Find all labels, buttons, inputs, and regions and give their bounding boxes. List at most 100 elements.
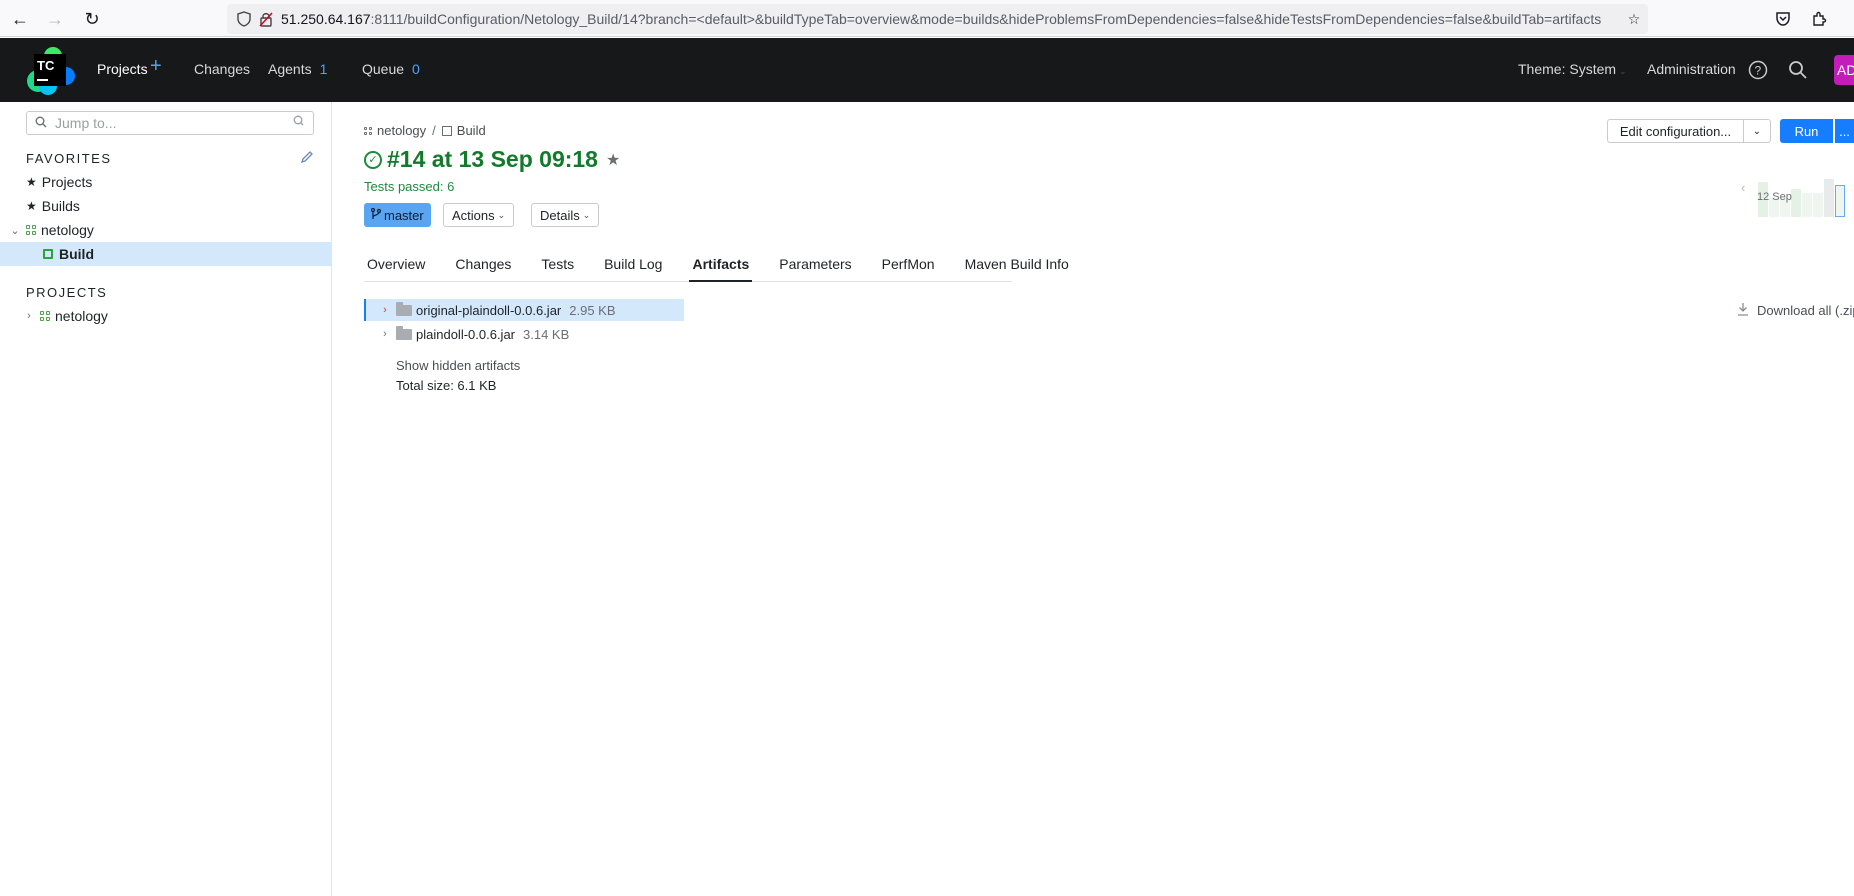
chevron-down-icon: ⌄ — [1619, 66, 1627, 76]
nav-projects[interactable]: Projects — [97, 61, 148, 77]
download-all-link[interactable]: Download all (.zip) — [1737, 302, 1854, 319]
total-size: Total size: 6.1 KB — [396, 378, 497, 393]
tab-tests[interactable]: Tests — [538, 254, 577, 282]
search-mode-icon[interactable] — [293, 115, 304, 129]
chart-date-label: 12 Sep — [1757, 191, 1792, 203]
branch-label: master — [384, 207, 424, 223]
avatar[interactable]: AD — [1834, 55, 1854, 85]
artifact-name[interactable]: plaindoll-0.0.6.jar — [416, 327, 515, 342]
sidebar-item-label: Projects — [41, 174, 93, 190]
tab-overview[interactable]: Overview — [364, 254, 428, 282]
star-icon[interactable]: ★ — [606, 150, 620, 170]
build-config-icon — [43, 249, 53, 259]
build-history-chart[interactable] — [1755, 155, 1854, 217]
teamcity-logo[interactable]: TC — [26, 46, 76, 96]
nav-agents[interactable]: Agents 1 — [268, 61, 327, 77]
history-bar[interactable] — [1813, 193, 1823, 217]
artifact-name[interactable]: original-plaindoll-0.0.6.jar — [416, 303, 561, 318]
project-icon — [40, 311, 50, 321]
jump-to-search[interactable]: Jump to... — [26, 111, 314, 135]
actions-button[interactable]: Actions ⌄ — [443, 203, 515, 227]
tab-maven-build-info[interactable]: Maven Build Info — [962, 254, 1072, 282]
nav-changes[interactable]: Changes — [194, 61, 250, 77]
chevron-down-icon[interactable]: ⌄ — [8, 224, 22, 237]
run-button[interactable]: Run — [1780, 119, 1833, 143]
chevron-down-icon: ⌄ — [497, 209, 506, 220]
project-icon — [364, 126, 372, 135]
details-label: Details — [540, 207, 580, 223]
sidebar-item-label: Builds — [41, 198, 80, 214]
run-options-button[interactable]: ... — [1835, 119, 1854, 143]
sidebar-item-projects[interactable]: ★ Projects — [0, 170, 331, 194]
pocket-icon[interactable] — [1770, 6, 1796, 32]
queue-label: Queue — [362, 61, 405, 77]
projects-title: PROJECTS — [26, 285, 108, 300]
page-title: #14 at 13 Sep 09:18 — [387, 146, 598, 172]
chevron-right-icon[interactable]: › — [378, 328, 392, 340]
history-bar-current[interactable] — [1835, 185, 1845, 217]
breadcrumb-project[interactable]: netology — [377, 123, 426, 138]
tab-parameters[interactable]: Parameters — [776, 254, 854, 282]
folder-icon — [396, 301, 412, 316]
app-header: TC Projects + Changes Agents 1 Queue 0 The… — [0, 38, 1854, 102]
tab-perfmon[interactable]: PerfMon — [879, 254, 938, 282]
branch-badge[interactable]: master — [364, 203, 431, 227]
folder-icon — [396, 325, 412, 340]
breadcrumb-separator: / — [432, 123, 436, 138]
chevron-right-icon[interactable]: › — [378, 304, 392, 316]
search-icon — [35, 115, 47, 131]
chevron-down-icon: ⌄ — [582, 209, 591, 220]
svg-text:?: ? — [1755, 64, 1762, 78]
tab-artifacts[interactable]: Artifacts — [689, 254, 753, 282]
sidebar-item-build[interactable]: Build — [0, 242, 331, 266]
build-header: ✓ #14 at 13 Sep 09:18 ★ — [364, 146, 620, 173]
extensions-icon[interactable] — [1806, 6, 1832, 32]
search-placeholder: Jump to... — [55, 115, 117, 131]
breadcrumb-build[interactable]: Build — [457, 123, 486, 138]
artifact-row[interactable]: › plaindoll-0.0.6.jar 3.14 KB — [364, 323, 684, 345]
details-button[interactable]: Details ⌄ — [531, 203, 600, 227]
back-icon[interactable]: ← — [6, 5, 34, 33]
history-bar[interactable] — [1824, 179, 1834, 217]
add-project-icon[interactable]: + — [150, 55, 162, 78]
success-check-icon: ✓ — [364, 150, 382, 169]
artifact-row[interactable]: › original-plaindoll-0.0.6.jar 2.95 KB — [364, 299, 684, 321]
chevron-right-icon[interactable]: › — [22, 310, 36, 322]
sidebar-item-label: netology — [55, 308, 108, 324]
insecure-lock-icon[interactable] — [255, 8, 277, 30]
build-tabs: Overview Changes Tests Build Log Artifac… — [364, 254, 1069, 282]
forward-icon[interactable]: → — [41, 5, 69, 33]
show-hidden-artifacts-link[interactable]: Show hidden artifacts — [396, 358, 520, 373]
sidebar: Jump to... FAVORITES ★ Projects ★ Builds… — [0, 102, 332, 896]
branch-icon — [370, 207, 382, 223]
download-icon — [1737, 302, 1749, 319]
queue-count: 0 — [412, 61, 420, 77]
reload-icon[interactable]: ↻ — [78, 5, 106, 33]
sidebar-item-netology[interactable]: ⌄ netology — [0, 218, 331, 242]
shield-icon[interactable] — [233, 8, 255, 30]
address-bar[interactable]: 51.250.64.167:8111/buildConfiguration/Ne… — [227, 4, 1648, 34]
download-all-label: Download all (.zip) — [1757, 303, 1854, 318]
chevron-left-icon[interactable]: ‹ — [1741, 180, 1745, 195]
edit-configuration-button[interactable]: Edit configuration... — [1607, 119, 1743, 143]
theme-selector[interactable]: Theme: System ⌄ — [1518, 61, 1627, 77]
help-icon[interactable]: ? — [1746, 58, 1770, 82]
history-bar[interactable] — [1791, 189, 1801, 217]
tab-changes[interactable]: Changes — [452, 254, 514, 282]
tab-build-log[interactable]: Build Log — [601, 254, 665, 282]
edit-favorites-icon[interactable] — [300, 150, 314, 167]
artifact-size: 2.95 KB — [569, 302, 616, 318]
url-text: 51.250.64.167:8111/buildConfiguration/Ne… — [281, 11, 1602, 27]
nav-queue[interactable]: Queue 0 — [362, 61, 420, 77]
sidebar-item-builds[interactable]: ★ Builds — [0, 194, 331, 218]
star-icon: ★ — [26, 199, 37, 213]
history-bar[interactable] — [1802, 193, 1812, 217]
favorites-title: FAVORITES — [26, 151, 112, 166]
search-icon[interactable] — [1786, 58, 1810, 82]
chevron-down-icon: ⌄ — [1752, 125, 1762, 137]
nav-administration[interactable]: Administration — [1647, 61, 1736, 77]
bookmark-star-icon[interactable]: ☆ — [1621, 6, 1647, 32]
sidebar-item-netology-project[interactable]: › netology — [0, 304, 331, 328]
tests-status[interactable]: Tests passed: 6 — [364, 179, 454, 194]
edit-configuration-dropdown[interactable]: ⌄ — [1743, 119, 1771, 143]
